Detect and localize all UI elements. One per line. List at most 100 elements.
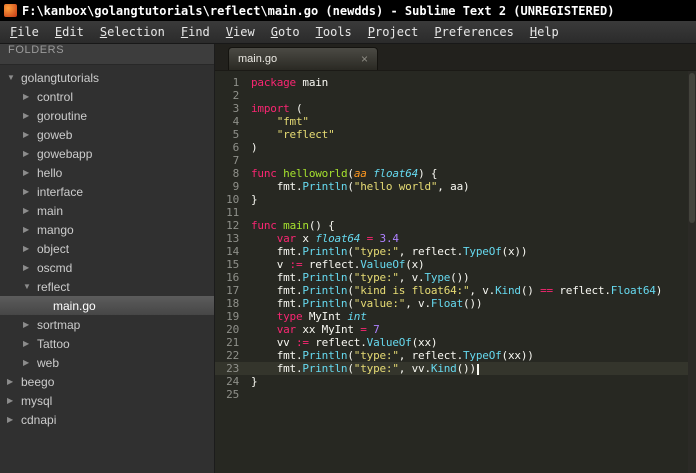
scrollbar-thumb[interactable] [689, 73, 695, 223]
code-line[interactable]: 7 [215, 154, 696, 167]
code-line[interactable]: 20 var xx MyInt = 7 [215, 323, 696, 336]
tree-item-label: interface [37, 184, 84, 199]
code-line[interactable]: 12 func main() { [215, 219, 696, 232]
tab-bar: main.go × [215, 44, 696, 71]
code-line[interactable]: 17 fmt.Println("kind is float64:", v.Kin… [215, 284, 696, 297]
folder-item-oscmd[interactable]: ▶ oscmd [0, 258, 214, 277]
folder-item-goroutine[interactable]: ▶ goroutine [0, 106, 214, 125]
line-number: 20 [226, 323, 239, 336]
file-item-main-go[interactable]: main.go [0, 296, 214, 315]
vertical-scrollbar[interactable] [688, 71, 696, 473]
folder-item-main[interactable]: ▶ main [0, 201, 214, 220]
main-area: FOLDERS ▼ golangtutorials ▶ control ▶ gorouti… [0, 44, 696, 473]
code-editor[interactable]: 1 package main 2 3 import (4 "fmt" 5 "reflect… [215, 71, 696, 473]
code-line[interactable]: 24} [215, 375, 696, 388]
line-number: 15 [226, 258, 239, 271]
folder-item-goweb[interactable]: ▶ goweb [0, 125, 214, 144]
code-line[interactable]: 15 v := reflect.ValueOf(x) [215, 258, 696, 271]
code-line[interactable]: 21 vv := reflect.ValueOf(xx) [215, 336, 696, 349]
code-line[interactable]: 5 "reflect" [215, 128, 696, 141]
code-line[interactable]: 18 fmt.Println("value:", v.Float()) [215, 297, 696, 310]
tree-item-label: beego [21, 374, 55, 389]
code-line[interactable]: 11 [215, 206, 696, 219]
folder-item-cdnapi[interactable]: ▶ cdnapi [0, 410, 214, 429]
tree-item-label: cdnapi [21, 412, 57, 427]
chevron-right-icon[interactable]: ▶ [23, 92, 37, 101]
code-text: fmt.Println("type:", vv.Kind()) [251, 362, 696, 375]
chevron-right-icon[interactable]: ▶ [7, 377, 21, 386]
chevron-right-icon[interactable]: ▶ [23, 206, 37, 215]
folder-item-sortmap[interactable]: ▶ sortmap [0, 315, 214, 334]
tab-main-go[interactable]: main.go × [228, 47, 378, 70]
code-text: fmt.Println("value:", v.Float()) [251, 297, 483, 310]
tree-item-label: object [37, 241, 70, 256]
folder-item-gowebapp[interactable]: ▶ gowebapp [0, 144, 214, 163]
folder-item-mango[interactable]: ▶ mango [0, 220, 214, 239]
chevron-right-icon[interactable]: ▶ [23, 187, 37, 196]
menu-item-edit[interactable]: Edit [47, 22, 92, 42]
line-number: 1 [232, 76, 240, 89]
menu-item-project[interactable]: Project [360, 22, 427, 42]
line-number: 5 [232, 128, 240, 141]
menu-item-selection[interactable]: Selection [92, 22, 173, 42]
menu-item-view[interactable]: View [218, 22, 263, 42]
code-line[interactable]: 6) [215, 141, 696, 154]
chevron-right-icon[interactable]: ▶ [23, 263, 37, 272]
code-line[interactable]: 9 fmt.Println("hello world", aa) [215, 180, 696, 193]
line-number: 3 [232, 102, 240, 115]
folder-item-interface[interactable]: ▶ interface [0, 182, 214, 201]
code-line[interactable]: 13 var x float64 = 3.4 [215, 232, 696, 245]
chevron-right-icon[interactable]: ▶ [23, 358, 37, 367]
code-line[interactable]: 14 fmt.Println("type:", reflect.TypeOf(x… [215, 245, 696, 258]
line-number: 23 [226, 362, 239, 375]
chevron-right-icon[interactable]: ▶ [23, 320, 37, 329]
code-line[interactable]: 19 type MyInt int [215, 310, 696, 323]
menu-item-find[interactable]: Find [173, 22, 218, 42]
code-line[interactable]: 16 fmt.Println("type:", v.Type()) [215, 271, 696, 284]
folder-item-object[interactable]: ▶ object [0, 239, 214, 258]
line-number: 24 [226, 375, 239, 388]
code-line[interactable]: 4 "fmt" [215, 115, 696, 128]
code-line[interactable]: 23 fmt.Println("type:", vv.Kind()) [215, 362, 696, 375]
chevron-right-icon[interactable]: ▶ [23, 225, 37, 234]
chevron-right-icon[interactable]: ▶ [23, 111, 37, 120]
folder-item-control[interactable]: ▶ control [0, 87, 214, 106]
folder-item-golangtutorials[interactable]: ▼ golangtutorials [0, 68, 214, 87]
code-line[interactable]: 22 fmt.Println("type:", reflect.TypeOf(x… [215, 349, 696, 362]
code-line[interactable]: 8 func helloworld(aa float64) { [215, 167, 696, 180]
menu-item-help[interactable]: Help [522, 22, 567, 42]
code-line[interactable]: 10} [215, 193, 696, 206]
close-icon[interactable]: × [361, 53, 368, 65]
chevron-right-icon[interactable]: ▶ [23, 244, 37, 253]
chevron-right-icon[interactable]: ▶ [23, 130, 37, 139]
chevron-right-icon[interactable]: ▶ [23, 339, 37, 348]
line-number: 19 [226, 310, 239, 323]
folder-item-mysql[interactable]: ▶ mysql [0, 391, 214, 410]
chevron-right-icon[interactable]: ▶ [23, 168, 37, 177]
menu-item-tools[interactable]: Tools [308, 22, 360, 42]
folder-item-reflect[interactable]: ▼ reflect [0, 277, 214, 296]
folder-item-tattoo[interactable]: ▶ Tattoo [0, 334, 214, 353]
chevron-right-icon[interactable]: ▶ [23, 149, 37, 158]
chevron-right-icon[interactable]: ▶ [7, 396, 21, 405]
menu-item-file[interactable]: File [2, 22, 47, 42]
folder-item-beego[interactable]: ▶ beego [0, 372, 214, 391]
code-line[interactable]: 25 [215, 388, 696, 401]
folder-item-hello[interactable]: ▶ hello [0, 163, 214, 182]
code-line[interactable]: 1 package main [215, 76, 696, 89]
folder-item-web[interactable]: ▶ web [0, 353, 214, 372]
code-area: 1 package main 2 3 import (4 "fmt" 5 "reflect… [215, 76, 696, 401]
code-text: } [251, 375, 258, 388]
chevron-down-icon[interactable]: ▼ [7, 73, 21, 82]
chevron-right-icon[interactable]: ▶ [7, 415, 21, 424]
code-line[interactable]: 3 import ( [215, 102, 696, 115]
menu-item-goto[interactable]: Goto [263, 22, 308, 42]
line-number: 17 [226, 284, 239, 297]
menu-item-preferences[interactable]: Preferences [426, 22, 521, 42]
menu-bar: File Edit Selection Find View Goto Tools Projec… [0, 21, 696, 44]
chevron-down-icon[interactable]: ▼ [23, 282, 37, 291]
line-number: 14 [226, 245, 239, 258]
code-line[interactable]: 2 [215, 89, 696, 102]
